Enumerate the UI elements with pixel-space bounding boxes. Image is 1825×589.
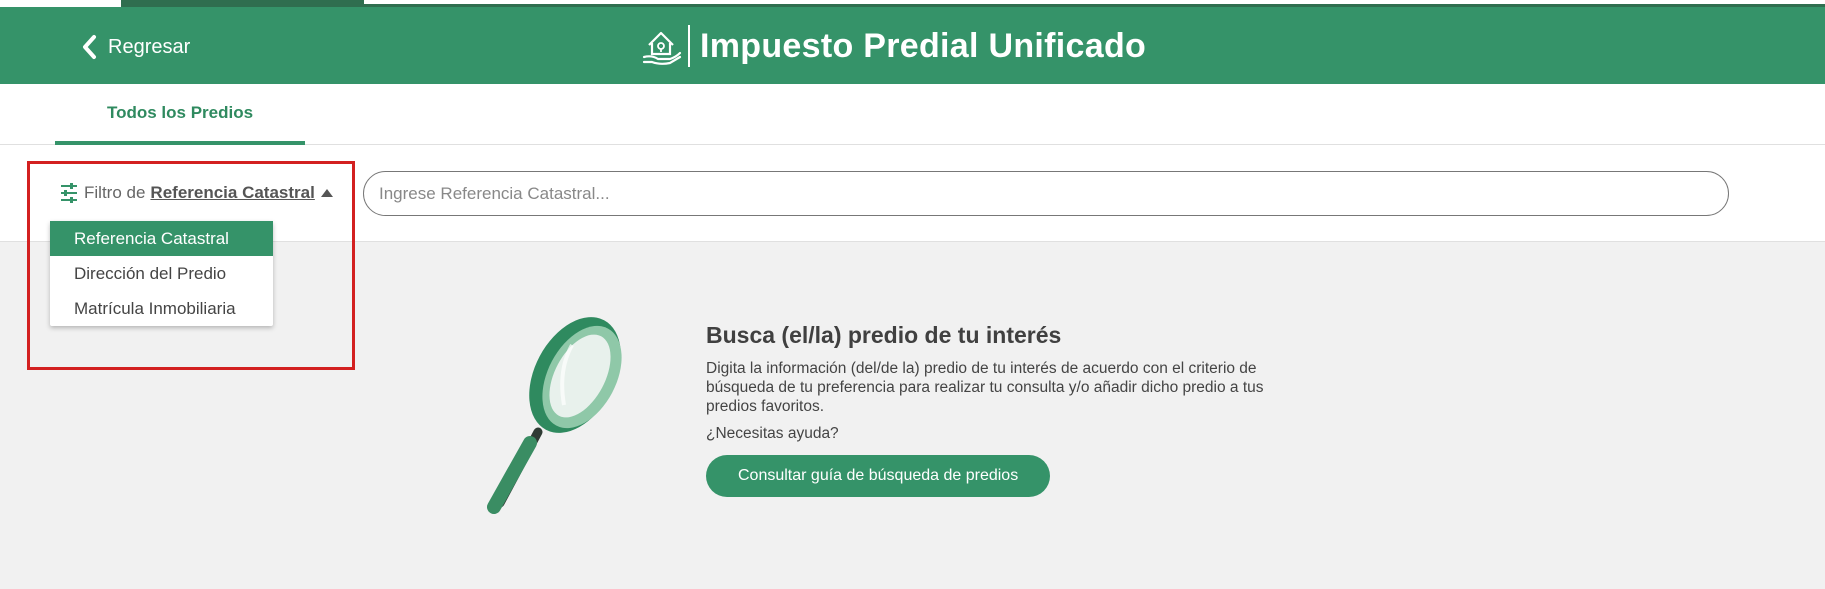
magnifying-glass-icon bbox=[487, 317, 622, 514]
info-description: Digita la información (del/de la) predio… bbox=[706, 360, 1264, 415]
back-button[interactable]: Regresar bbox=[80, 33, 190, 61]
search-info: Busca (el/la) predio de tu interés Digit… bbox=[706, 322, 1306, 497]
brand-divider bbox=[688, 25, 690, 67]
tab-bar: Todos los Predios bbox=[0, 84, 1825, 145]
back-label: Regresar bbox=[108, 35, 191, 58]
top-strip bbox=[0, 0, 1825, 7]
brand: Impuesto Predial Unificado bbox=[640, 25, 1146, 67]
page-title: Impuesto Predial Unificado bbox=[700, 26, 1147, 65]
search-guide-button[interactable]: Consultar guía de búsqueda de predios bbox=[706, 455, 1051, 497]
chevron-left-icon bbox=[83, 35, 96, 59]
top-strip-active-segment bbox=[121, 0, 364, 7]
caret-up-icon bbox=[320, 189, 333, 197]
app-header: Regresar Impuesto Predial Unificado bbox=[0, 7, 1825, 84]
search-input[interactable] bbox=[363, 171, 1729, 216]
filter-prefix: Filtro de bbox=[84, 183, 146, 202]
filter-option-referencia-catastral[interactable]: Referencia Catastral bbox=[50, 221, 273, 256]
house-hand-icon bbox=[642, 31, 682, 65]
filter-selected-value: Referencia Catastral bbox=[150, 183, 315, 202]
main-content: Busca (el/la) predio de tu interés Digit… bbox=[0, 242, 1825, 589]
tab-label: Todos los Predios bbox=[106, 102, 254, 122]
sliders-icon bbox=[61, 183, 77, 203]
filter-option-matricula-inmobiliaria[interactable]: Matrícula Inmobiliaria bbox=[50, 291, 273, 326]
filter-dropdown-toggle[interactable]: Filtro de Referencia Catastral bbox=[60, 182, 333, 204]
info-heading: Busca (el/la) predio de tu interés bbox=[706, 322, 1062, 348]
filter-dropdown-menu: Referencia Catastral Dirección del Predi… bbox=[50, 221, 273, 326]
tab-todos-los-predios[interactable]: Todos los Predios bbox=[55, 84, 305, 145]
filter-bar: Filtro de Referencia Catastral bbox=[0, 146, 1825, 242]
filter-option-direccion-del-predio[interactable]: Dirección del Predio bbox=[50, 256, 273, 291]
help-text: ¿Necesitas ayuda? bbox=[706, 425, 839, 442]
